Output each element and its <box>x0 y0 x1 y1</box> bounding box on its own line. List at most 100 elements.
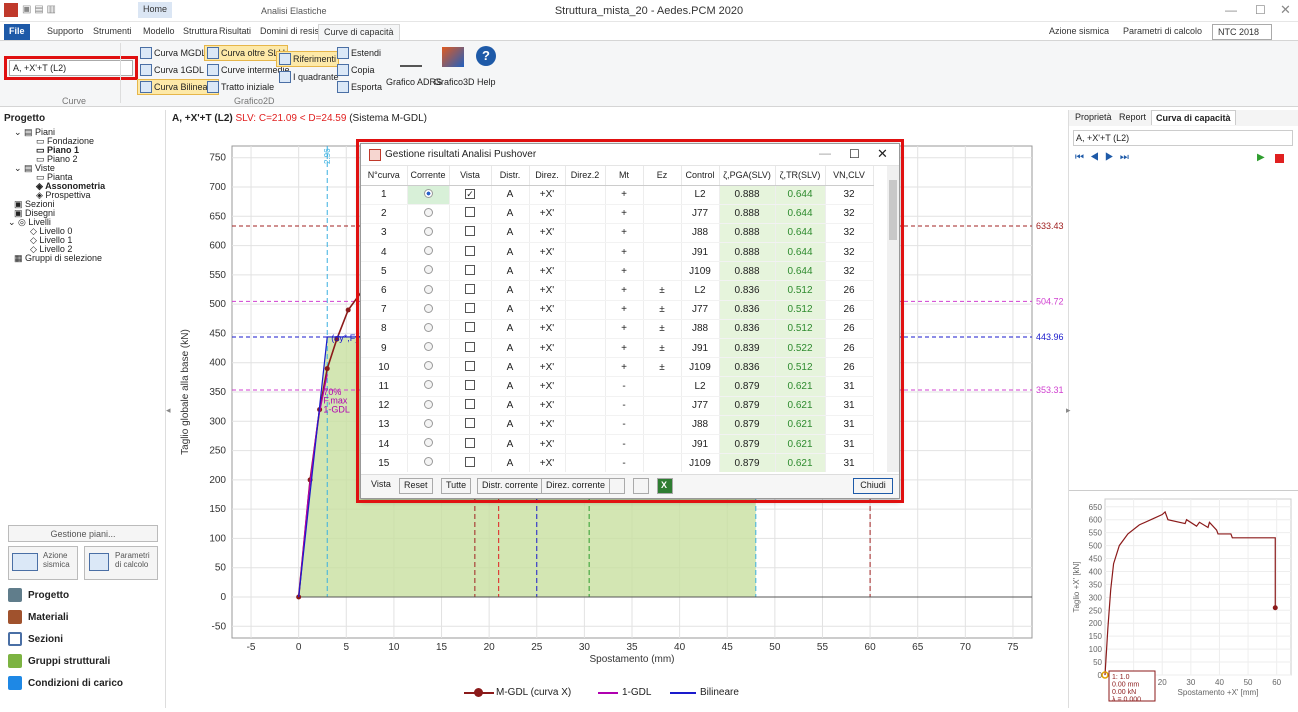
mgdl-icon <box>140 47 152 59</box>
stop-icon[interactable] <box>1275 154 1284 163</box>
x-tick-label: 30 <box>579 642 591 653</box>
mini-x-label: Spostamento +X' [mm] <box>1178 688 1259 697</box>
play-icon[interactable]: ▶ <box>1257 152 1265 163</box>
properties-panel: Proprietà Report Curva di capacità A, +X… <box>1068 110 1298 708</box>
i-quadrante-label: I quadrante <box>293 72 339 82</box>
mini-info-line: 0.00 mm <box>1112 682 1139 689</box>
tab-strumenti[interactable]: Strumenti <box>88 24 137 40</box>
x-tick-label: 25 <box>531 642 543 653</box>
load-arrow-icon <box>8 676 22 690</box>
copy-icon <box>337 64 349 76</box>
nav-label: Progetto <box>28 589 70 601</box>
parameters-icon <box>89 553 109 571</box>
mini-y-tick: 100 <box>1089 645 1103 654</box>
tab-curva-capacita-right[interactable]: Curva di capacità <box>1151 110 1236 125</box>
riferimenti-label: Riferimenti <box>293 54 337 64</box>
intermedie-icon <box>207 64 219 76</box>
expand-right-icon[interactable]: ▸ <box>1066 405 1071 416</box>
grafico3d-button[interactable]: Grafico3D <box>434 77 475 87</box>
x-tick-label: 45 <box>722 642 734 653</box>
nav-condizioni-carico[interactable]: Condizioni di carico <box>8 676 123 690</box>
quadrante-icon <box>279 71 291 83</box>
data-point <box>345 307 351 313</box>
playback-nav-icons[interactable]: ⏮◀▶⏭ <box>1075 152 1135 163</box>
nav-sezioni[interactable]: Sezioni <box>8 632 63 646</box>
mini-y-tick: 450 <box>1089 555 1103 564</box>
quick-access-icons[interactable]: ▣ ▤ ▥ <box>22 4 56 15</box>
copia-button[interactable]: Copia <box>334 62 378 78</box>
y-tick-label: 400 <box>209 358 226 369</box>
tab-supporto[interactable]: Supporto <box>42 24 89 40</box>
y-tick-label: 500 <box>209 299 226 310</box>
expand-left-icon[interactable]: ◂ <box>166 405 171 416</box>
panel-header: Progetto <box>4 113 46 124</box>
y-tick-label: 100 <box>209 533 226 544</box>
mini-info-line: λ = 0.000 <box>1112 697 1141 704</box>
nav-progetto[interactable]: Progetto <box>8 588 69 602</box>
bilineare-icon <box>140 81 152 93</box>
tab-curve-capacita[interactable]: Curve di capacità <box>318 24 400 40</box>
ribbon-tabs: File Supporto Strumenti Home Modello Str… <box>0 2 1298 40</box>
x-tick-label: 55 <box>817 642 829 653</box>
right-curve-combo[interactable]: A, +X'+T (L2) <box>1073 130 1293 146</box>
slv-check: SLV: C=21.09 < D=24.59 <box>235 113 347 124</box>
gestione-piani-button[interactable]: Gestione piani... <box>8 525 158 542</box>
y-tick-label: 750 <box>209 153 226 164</box>
mini-chart: 6506005505004504003503002502001501005001… <box>1069 490 1298 708</box>
esporta-button[interactable]: Esporta <box>334 79 385 95</box>
reference-label: 633.43 <box>1036 221 1064 231</box>
curva-1gdl-button[interactable]: Curva 1GDL <box>137 62 207 78</box>
parametri-calcolo-button[interactable]: Parametri di calcolo <box>84 546 158 580</box>
x-tick-label: 70 <box>960 642 972 653</box>
help-icon: ? <box>476 46 496 66</box>
i-quadrante-button[interactable]: I quadrante <box>276 69 342 85</box>
azione-sismica-label: Azione sismica <box>43 551 70 569</box>
curva-mgdl-button[interactable]: Curva MGDL <box>137 45 210 61</box>
parametri-link[interactable]: Parametri di calcolo <box>1118 24 1207 40</box>
legend-mgdl-label: M-GDL (curva X) <box>496 687 572 698</box>
title-bar: Struttura_mista_20 - Aedes.PCM 2020 ▣ ▤ … <box>0 0 1298 22</box>
tree-gruppi[interactable]: ▦ Gruppi di selezione <box>14 253 102 264</box>
esporta-label: Esporta <box>351 82 383 92</box>
mini-y-tick: 650 <box>1089 503 1103 512</box>
ntc-select[interactable]: NTC 2018 <box>1212 24 1272 40</box>
x-tick-label: 15 <box>436 642 448 653</box>
riferimenti-button[interactable]: Riferimenti <box>276 51 340 67</box>
legend-mgdl-marker <box>474 688 483 697</box>
tree-label: Gruppi di selezione <box>25 253 103 263</box>
tab-proprieta[interactable]: Proprietà <box>1075 112 1112 122</box>
legend-1gdl-line <box>598 692 618 694</box>
nav-materiali[interactable]: Materiali <box>8 610 69 624</box>
mini-y-tick: 550 <box>1089 529 1103 538</box>
azione-sismica-button[interactable]: Azione sismica <box>8 546 78 580</box>
curva-1gdl-label: Curva 1GDL <box>154 65 205 75</box>
x-tick-label: 60 <box>865 642 877 653</box>
mini-x-tick: 40 <box>1215 678 1224 687</box>
x-tick-label: 50 <box>769 642 781 653</box>
tab-home[interactable]: Home <box>138 2 172 18</box>
tab-report[interactable]: Report <box>1119 112 1146 122</box>
tab-modello[interactable]: Modello <box>138 24 180 40</box>
estendi-button[interactable]: Estendi <box>334 45 384 61</box>
nav-gruppi-strutturali[interactable]: Gruppi strutturali <box>8 654 110 668</box>
close-icon[interactable]: ✕ <box>1280 2 1291 18</box>
x-axis-label: Spostamento (mm) <box>589 654 674 665</box>
mini-y-tick: 500 <box>1089 542 1103 551</box>
context-group-label: Analisi Elastiche <box>261 6 327 16</box>
tratto-iniziale-button[interactable]: Tratto iniziale <box>204 79 277 95</box>
tab-file[interactable]: File <box>4 24 30 40</box>
minimize-icon[interactable]: — <box>1225 3 1237 17</box>
tab-risultati[interactable]: Risultati <box>214 24 256 40</box>
mini-y-tick: 350 <box>1089 580 1103 589</box>
help-button[interactable]: Help <box>477 77 496 87</box>
x-tick-label: 0 <box>296 642 302 653</box>
mini-frame <box>1104 498 1292 676</box>
reference-label: 353.31 <box>1036 385 1064 395</box>
parametri-calcolo-label: Parametri di calcolo <box>115 551 150 569</box>
x-tick-label: 40 <box>674 642 686 653</box>
mini-y-tick: 150 <box>1089 632 1103 641</box>
maximize-icon[interactable]: ☐ <box>1255 3 1266 17</box>
mini-x-tick: 20 <box>1158 678 1167 687</box>
azione-sismica-link[interactable]: Azione sismica <box>1044 24 1114 40</box>
y-tick-label: 650 <box>209 211 226 222</box>
